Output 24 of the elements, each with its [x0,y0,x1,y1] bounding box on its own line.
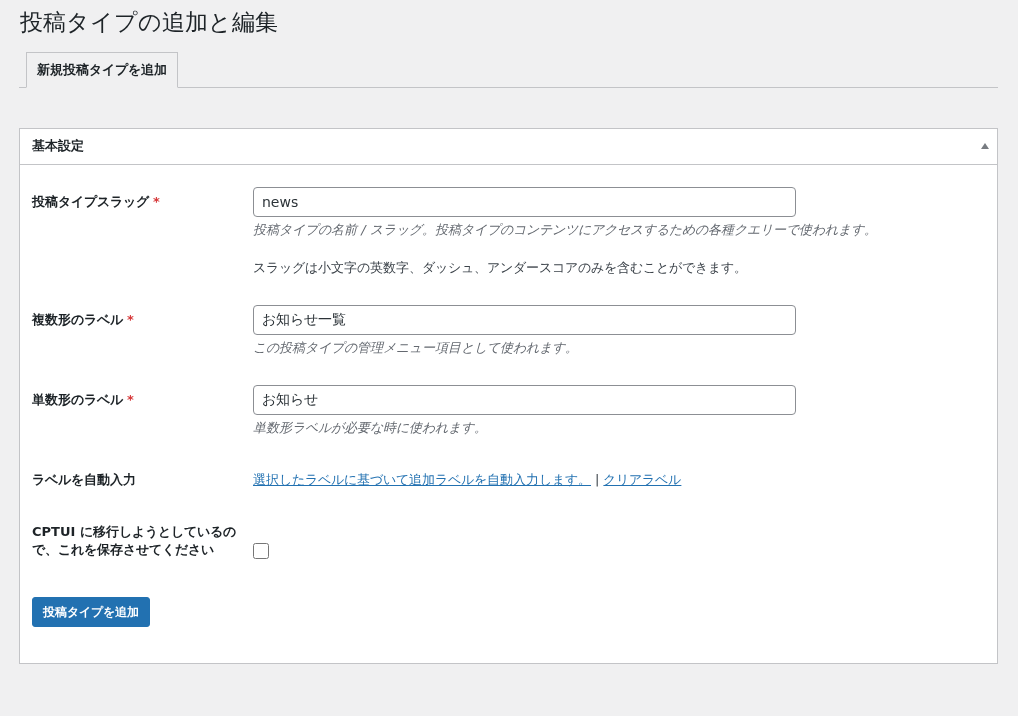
required-mark: * [153,193,160,209]
field-label: ラベルを自動入力 [32,470,137,489]
text-field[interactable]: お知らせ一覧 [253,304,796,335]
field-note: スラッグは小文字の英数字、ダッシュ、アンダースコアのみを含むことができます。 [253,258,748,277]
field-label: 複数形のラベル * [32,310,135,329]
field-description: この投稿タイプの管理メニュー項目として使われます。 [253,338,579,357]
link[interactable]: 選択したラベルに基づいて追加ラベルを自動入力します。 [253,470,591,489]
tab[interactable]: 新規投稿タイプを追加 [26,51,178,88]
field-label: 単数形のラベル * [32,390,135,409]
checkbox[interactable] [253,543,269,560]
text-field[interactable]: news [253,186,796,217]
field-description: 投稿タイプの名前 / スラッグ。投稿タイプのコンテンツにアクセスするための各種クエリーで使われます。 [253,220,877,239]
field-description: 単数形ラベルが必要な時に使われます。 [253,418,488,437]
field-label: CPTUI に移行しようとしているので、これを保存させてください [32,523,237,560]
collapse-toggle-icon[interactable] [981,143,989,150]
required-mark: * [127,391,134,407]
link[interactable]: クリアラベル [603,470,682,489]
field-label: 投稿タイプスラッグ * [32,192,161,211]
submit-button[interactable]: 投稿タイプを追加 [32,597,150,628]
page-title: 投稿タイプの追加と編集 [20,8,279,37]
required-mark: * [127,311,134,327]
panel-title: 基本設定 [32,137,84,156]
link-separator: | [595,471,600,487]
text-field[interactable]: お知らせ [253,384,796,415]
